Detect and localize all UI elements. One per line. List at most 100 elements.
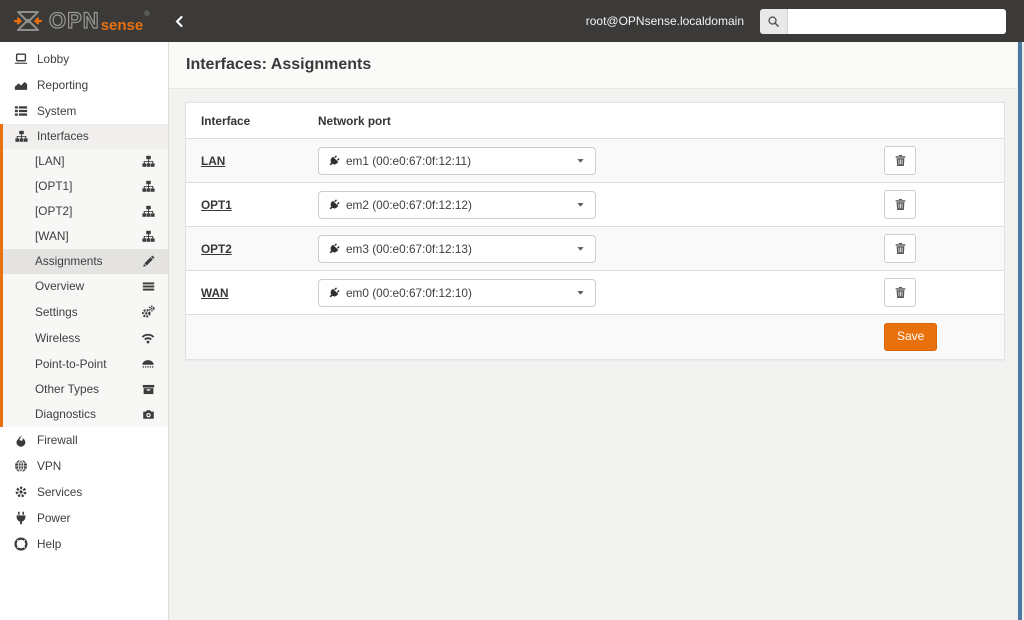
- opnsense-logo[interactable]: OPN sense ®: [13, 7, 149, 35]
- network-port-select-lan[interactable]: em1 (00:e0:67:0f:12:11): [318, 146, 596, 175]
- trash-icon: [894, 286, 907, 299]
- sidebar-item-power[interactable]: Power: [0, 505, 168, 531]
- sitemap-icon: [142, 155, 155, 168]
- sidebar-item-label: Power: [37, 510, 71, 525]
- plug-small-icon: [328, 242, 340, 255]
- trash-icon: [894, 154, 907, 167]
- laptop-icon: [13, 52, 29, 66]
- sidebar-item-label: Settings: [35, 304, 78, 319]
- sidebar-item-wan[interactable]: [WAN]: [0, 224, 168, 249]
- network-port-value: em1 (00:e0:67:0f:12:11): [346, 153, 472, 168]
- plug-small-icon: [328, 286, 340, 299]
- brand-opn-text: OPN: [48, 8, 100, 33]
- vertical-scrollbar[interactable]: [1018, 42, 1022, 620]
- sidebar-item-help[interactable]: Help: [0, 531, 168, 557]
- plug-icon: [13, 511, 29, 525]
- wifi-icon: [141, 331, 155, 345]
- sidebar-item-label: Wireless: [35, 330, 81, 345]
- top-header: OPN sense ® root@OPNsense.localdomain: [0, 0, 1024, 42]
- delete-interface-button-lan[interactable]: [884, 146, 916, 175]
- sidebar-item-interfaces[interactable]: Interfaces: [0, 124, 168, 149]
- sidebar-item-label: Diagnostics: [35, 407, 96, 421]
- sidebar-item-opt2[interactable]: [OPT2]: [0, 199, 168, 224]
- reorder-icon: [142, 280, 155, 293]
- sidebar-menu: Lobby Reporting System Interfaces [LAN] [OPT1…: [0, 42, 168, 557]
- sidebar-item-diagnostics[interactable]: Diagnostics: [0, 402, 168, 427]
- archive-icon: [142, 383, 155, 396]
- sidebar-item-label: Assignments: [35, 254, 103, 268]
- sidebar-item-vpn[interactable]: VPN: [0, 453, 168, 479]
- sidebar-item-label: VPN: [37, 458, 62, 473]
- sidebar-item-wireless[interactable]: Wireless: [0, 325, 168, 351]
- assignment-row: WAN em0 (00:e0:67:0f:12:10): [186, 270, 1004, 314]
- sidebar-item-label: [LAN]: [35, 154, 65, 168]
- network-port-value: em0 (00:e0:67:0f:12:10): [346, 285, 472, 300]
- plug-small-icon: [328, 154, 340, 167]
- save-button[interactable]: Save: [884, 323, 938, 351]
- page-title: Interfaces: Assignments: [186, 56, 372, 73]
- sidebar: Lobby Reporting System Interfaces [LAN] [OPT1…: [0, 42, 169, 620]
- network-port-select-opt2[interactable]: em3 (00:e0:67:0f:12:13): [318, 234, 596, 263]
- main-content: Interfaces: Assignments Interface Networ…: [169, 42, 1024, 620]
- sitemap-icon: [142, 205, 155, 218]
- opnsense-logo-icon: [13, 7, 43, 35]
- trash-icon: [894, 198, 907, 211]
- logged-in-user: root@OPNsense.localdomain: [585, 14, 744, 28]
- column-header-interface: Interface: [201, 113, 251, 128]
- sidebar-item-system[interactable]: System: [0, 98, 168, 124]
- interface-link-lan[interactable]: LAN: [201, 154, 225, 168]
- caret-down-icon: [575, 243, 586, 254]
- caret-down-icon: [575, 155, 586, 166]
- plug-small-icon: [328, 198, 340, 211]
- delete-interface-button-opt2[interactable]: [884, 234, 916, 263]
- sidebar-item-label: [OPT2]: [35, 204, 73, 218]
- caret-down-icon: [575, 287, 586, 298]
- sidebar-item-label: Help: [37, 536, 62, 551]
- table-header-row: Interface Network port: [186, 103, 1004, 138]
- sidebar-item-label: Lobby: [37, 51, 70, 66]
- sidebar-item-label: System: [37, 103, 77, 118]
- sidebar-item-label: [WAN]: [35, 229, 69, 243]
- sitemap-icon: [142, 180, 155, 193]
- sidebar-item-label: Point-to-Point: [35, 356, 107, 371]
- globe-icon: [13, 459, 29, 473]
- delete-interface-button-wan[interactable]: [884, 278, 916, 307]
- sidebar-item-services[interactable]: Services: [0, 479, 168, 505]
- interface-link-opt1[interactable]: OPT1: [201, 198, 232, 212]
- delete-interface-button-opt1[interactable]: [884, 190, 916, 219]
- sidebar-item-label: Reporting: [37, 77, 89, 92]
- area-chart-icon: [13, 78, 29, 92]
- column-header-network-port: Network port: [318, 113, 391, 128]
- chevron-left-icon: [173, 15, 186, 28]
- sidebar-item-lobby[interactable]: Lobby: [0, 46, 168, 72]
- sidebar-item-assignments[interactable]: Assignments: [0, 249, 168, 274]
- sidebar-collapse-button[interactable]: [173, 15, 186, 28]
- sidebar-item-firewall[interactable]: Firewall: [0, 427, 168, 453]
- interface-link-wan[interactable]: WAN: [201, 286, 229, 300]
- sidebar-item-overview[interactable]: Overview: [0, 274, 168, 299]
- network-port-select-opt1[interactable]: em2 (00:e0:67:0f:12:12): [318, 190, 596, 219]
- sidebar-item-point-to-point[interactable]: Point-to-Point: [0, 351, 168, 377]
- caret-down-icon: [575, 199, 586, 210]
- assignment-row: OPT2 em3 (00:e0:67:0f:12:13): [186, 226, 1004, 270]
- trash-icon: [894, 242, 907, 255]
- cogs-icon: [141, 305, 155, 319]
- sidebar-item-reporting[interactable]: Reporting: [0, 72, 168, 98]
- pencil-icon: [142, 255, 155, 268]
- brand-sense-text: sense: [100, 17, 144, 34]
- th-list-icon: [13, 104, 29, 118]
- sidebar-item-lan[interactable]: [LAN]: [0, 149, 168, 174]
- assignments-panel: Interface Network port LAN em1 (00:e0:67:…: [185, 102, 1005, 360]
- brand-registered-mark: ®: [144, 11, 150, 18]
- network-port-select-wan[interactable]: em0 (00:e0:67:0f:12:10): [318, 278, 596, 307]
- assignment-row: LAN em1 (00:e0:67:0f:12:11): [186, 138, 1004, 182]
- search-input[interactable]: [788, 8, 1006, 34]
- sitemap-icon: [142, 230, 155, 243]
- sidebar-item-opt1[interactable]: [OPT1]: [0, 174, 168, 199]
- sidebar-item-other-types[interactable]: Other Types: [0, 377, 168, 402]
- interface-link-opt2[interactable]: OPT2: [201, 242, 232, 256]
- modem-icon: [141, 357, 155, 371]
- camera-icon: [142, 408, 155, 421]
- sidebar-item-settings[interactable]: Settings: [0, 299, 168, 325]
- cog-icon: [13, 485, 29, 499]
